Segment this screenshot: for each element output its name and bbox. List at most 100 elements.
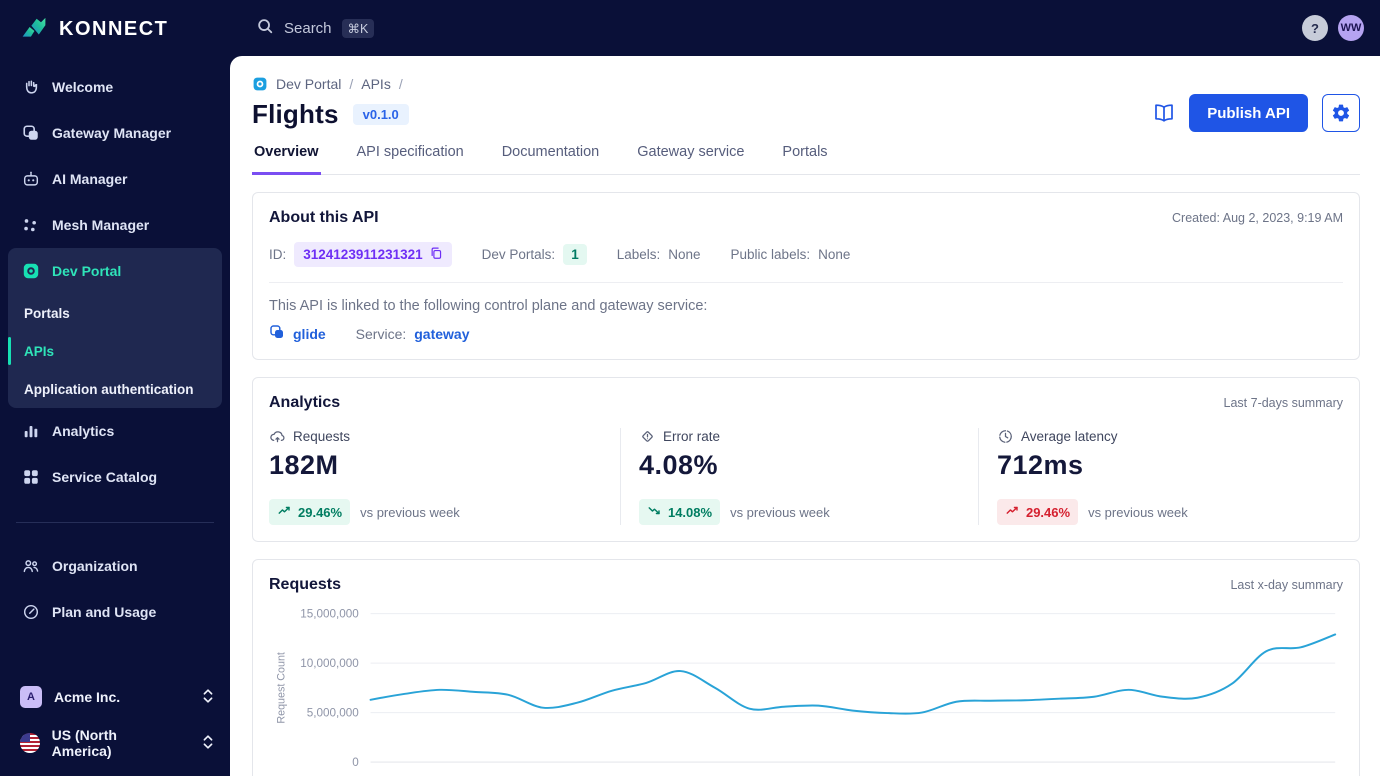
sidebar-bottom: A Acme Inc. US (North America) — [0, 674, 230, 766]
sidebar-item-label: Mesh Manager — [52, 217, 150, 233]
svg-text:0: 0 — [352, 756, 359, 769]
publish-api-button[interactable]: Publish API — [1189, 94, 1308, 132]
gear-icon — [1332, 104, 1350, 122]
diamond-alert-icon — [639, 428, 656, 445]
chart-wrap: 15,000,000 10,000,000 5,000,000 0 Request Co… — [269, 600, 1343, 776]
sidebar-item-analytics[interactable]: Analytics — [0, 408, 230, 454]
cloud-icon — [269, 428, 286, 445]
sidebar-item-apis[interactable]: APIs — [8, 332, 222, 370]
sidebar-item-plan-and-usage[interactable]: Plan and Usage — [0, 589, 230, 635]
delta-badge: 29.46% — [996, 499, 1079, 525]
sidebar-item-welcome[interactable]: Welcome — [0, 64, 230, 110]
region-switcher[interactable]: US (North America) — [0, 720, 230, 766]
control-plane-link[interactable]: glide — [293, 326, 326, 342]
help-button[interactable]: ? — [1302, 15, 1328, 41]
settings-gear-button[interactable] — [1322, 94, 1360, 132]
page-title: Flights — [252, 99, 339, 129]
dev-portal-icon — [22, 262, 40, 280]
grid-icon — [22, 468, 40, 486]
public-labels-label: Public labels: — [730, 247, 811, 262]
sidebar-divider — [16, 522, 214, 523]
delta-badge: 29.46% — [269, 499, 351, 525]
sidebar-item-label: Analytics — [52, 423, 115, 439]
requests-card-title: Requests — [269, 576, 342, 593]
svg-text:10,000,000: 10,000,000 — [300, 657, 359, 670]
sidebar-item-label: Plan and Usage — [52, 604, 157, 620]
bar-chart-icon — [22, 422, 40, 440]
api-id-pill[interactable]: 3124123911231321 — [294, 242, 452, 267]
sidebar-item-mesh-manager[interactable]: Mesh Manager — [0, 202, 230, 248]
sidebar-item-ai-manager[interactable]: AI Manager — [0, 156, 230, 202]
org-switcher-label: Acme Inc. — [54, 689, 121, 705]
vs-previous-week: vs previous week — [730, 504, 830, 520]
dev-portal-breadcrumb-icon — [252, 76, 268, 92]
version-badge: v0.1.0 — [352, 104, 409, 125]
metric-requests: Requests 182M 29.46% vs previous week — [269, 428, 620, 525]
gateway-manager-icon — [22, 124, 40, 142]
docs-book-button[interactable] — [1153, 103, 1175, 123]
sidebar-item-label: Organization — [52, 558, 138, 574]
svg-text:5,000,000: 5,000,000 — [307, 707, 360, 720]
analytics-summary-note: Last 7-days summary — [1223, 396, 1343, 410]
sidebar-subitem-label: Portals — [24, 305, 70, 321]
sidebar-item-label: Service Catalog — [52, 469, 158, 485]
sidebar-subitem-label: Application authentication — [24, 381, 194, 397]
sidebar-item-dev-portal[interactable]: Dev Portal — [8, 248, 222, 294]
created-timestamp: Created: Aug 2, 2023, 9:19 AM — [1172, 211, 1343, 225]
metric-label: Error rate — [662, 429, 720, 444]
tab-api-specification[interactable]: API specification — [355, 144, 466, 174]
sidebar-item-application-authentication[interactable]: Application authentication — [8, 370, 222, 408]
sidebar-item-gateway-manager[interactable]: Gateway Manager — [0, 110, 230, 156]
tab-portals[interactable]: Portals — [780, 144, 829, 174]
tab-bar: Overview API specification Documentation… — [252, 144, 1360, 175]
user-avatar[interactable]: WW — [1338, 15, 1364, 41]
sidebar-item-label: Dev Portal — [52, 263, 122, 279]
global-search[interactable]: Search ⌘K — [256, 17, 375, 40]
gateway-service-link[interactable]: gateway — [414, 326, 469, 342]
copy-icon[interactable] — [429, 246, 443, 263]
delta-value: 14.08% — [667, 504, 713, 520]
region-switcher-label: US (North America) — [51, 727, 117, 759]
search-label: Search — [284, 19, 332, 37]
tab-overview[interactable]: Overview — [252, 144, 321, 175]
breadcrumb: Dev Portal / APIs / — [252, 76, 1360, 92]
control-plane-icon — [269, 324, 285, 343]
topbar: Search ⌘K ? WW — [230, 0, 1380, 56]
sidebar-item-organization[interactable]: Organization — [0, 543, 230, 589]
gauge-icon — [22, 603, 40, 621]
about-divider — [269, 282, 1343, 283]
us-flag-icon — [20, 733, 40, 753]
breadcrumb-separator: / — [398, 76, 403, 92]
metric-average-latency: Average latency 712ms 29.46% vs previous… — [977, 428, 1343, 525]
org-switcher[interactable]: A Acme Inc. — [0, 674, 230, 720]
brand: KONNECT — [0, 0, 230, 64]
sidebar-item-portals[interactable]: Portals — [8, 294, 222, 332]
chevron-up-down-icon — [202, 687, 214, 708]
app: KONNECT Welcome Gateway Manager AI Manag… — [0, 0, 1380, 776]
clock-icon — [997, 428, 1014, 445]
linked-description: This API is linked to the following cont… — [269, 298, 708, 314]
labels-value: None — [668, 247, 701, 262]
metric-value: 182M — [269, 450, 339, 480]
sidebar-nav: Welcome Gateway Manager AI Manager Mesh … — [0, 64, 230, 635]
metric-label: Requests — [293, 429, 351, 444]
metrics-row: Requests 182M 29.46% vs previous week Er… — [269, 428, 1343, 525]
breadcrumb-dev-portal[interactable]: Dev Portal — [276, 76, 341, 92]
analytics-card-title: Analytics — [269, 394, 341, 411]
sidebar-item-service-catalog[interactable]: Service Catalog — [0, 454, 230, 500]
breadcrumb-apis[interactable]: APIs — [361, 76, 391, 92]
breadcrumb-separator: / — [349, 76, 354, 92]
linked-row: glide Service: gateway — [269, 324, 1343, 343]
api-meta-row: ID: 3124123911231321 Dev Portals: 1 Labe… — [269, 242, 1343, 267]
api-id-value: 3124123911231321 — [303, 247, 423, 262]
tab-gateway-service[interactable]: Gateway service — [635, 144, 746, 174]
sidebar-item-label: Gateway Manager — [52, 125, 172, 141]
robot-icon — [22, 170, 40, 188]
kong-logo-icon — [20, 13, 48, 46]
org-avatar: A — [20, 686, 42, 708]
public-labels-value: None — [818, 247, 851, 262]
about-card-title: About this API — [269, 209, 379, 226]
tab-documentation[interactable]: Documentation — [500, 144, 602, 174]
requests-chart-card: Requests Last x-day summary 15,000,000 10… — [252, 559, 1360, 776]
dev-portals-label: Dev Portals: — [481, 247, 556, 262]
